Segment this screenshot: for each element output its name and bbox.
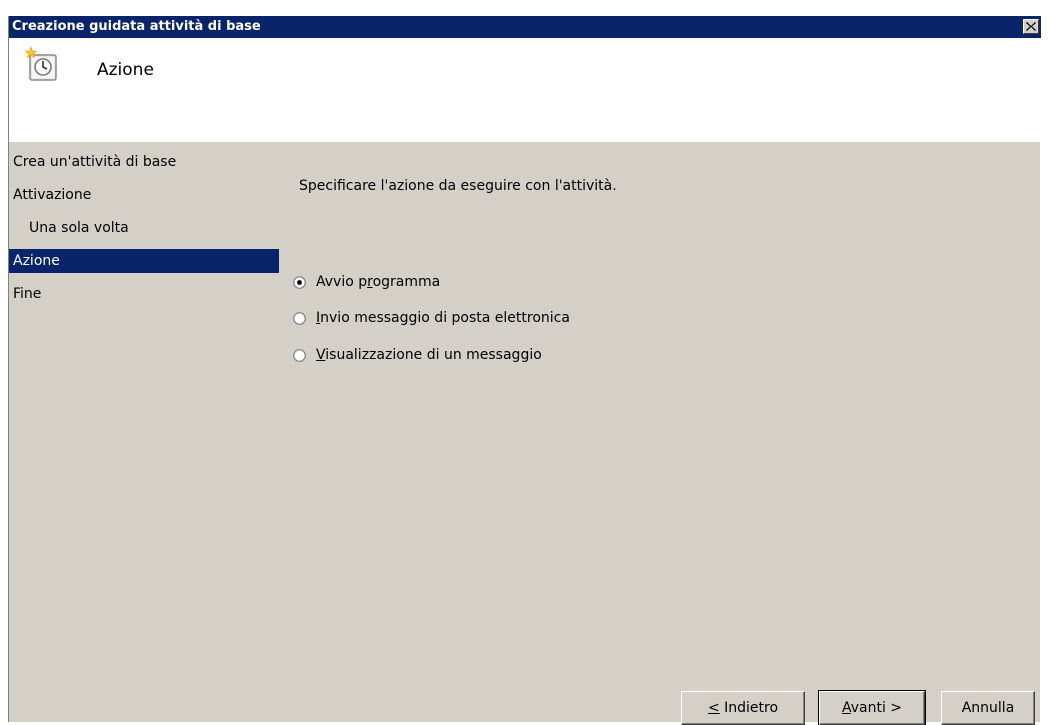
action-option-label: Avvio programma (316, 274, 441, 290)
back-button-label: < Indietro (707, 700, 779, 716)
action-option-label: Invio messaggio di posta elettronica (316, 310, 570, 326)
close-icon (1026, 22, 1036, 31)
next-button-label: Avanti > (841, 700, 903, 716)
radio-unchecked-icon[interactable] (293, 311, 306, 325)
nav-step-item[interactable]: Una sola volta (9, 216, 279, 240)
wizard-window: Creazione guidata attività di base Azion… (8, 16, 1041, 725)
nav-step-item[interactable]: Attivazione (9, 183, 279, 207)
back-button[interactable]: < Indietro (681, 691, 805, 725)
radio-checked-icon[interactable] (293, 275, 306, 289)
wizard-header: Azione (9, 38, 1041, 142)
action-option[interactable]: Visualizzazione di un messaggio (293, 345, 542, 365)
nav-step-item[interactable]: Fine (9, 282, 279, 306)
nav-step-item[interactable]: Azione (9, 249, 279, 273)
radio-unchecked-icon[interactable] (293, 348, 306, 362)
nav-step-item[interactable]: Crea un'attività di base (9, 150, 279, 174)
task-clock-icon (24, 46, 57, 81)
wizard-steps: Crea un'attività di base Attivazione Una s… (9, 150, 279, 315)
action-prompt: Specificare l'azione da eseguire con l'a… (299, 178, 617, 194)
page-title: Azione (97, 60, 154, 80)
action-option[interactable]: Avvio programma (293, 272, 440, 292)
close-button[interactable] (1023, 19, 1039, 34)
window-title: Creazione guidata attività di base (12, 19, 261, 34)
cancel-button-label: Annulla (961, 700, 1015, 716)
action-option[interactable]: Invio messaggio di posta elettronica (293, 308, 570, 328)
next-button[interactable]: Avanti > (818, 690, 926, 725)
action-option-label: Visualizzazione di un messaggio (316, 347, 542, 363)
title-bar[interactable]: Creazione guidata attività di base (9, 16, 1041, 38)
cancel-button[interactable]: Annulla (941, 691, 1035, 725)
